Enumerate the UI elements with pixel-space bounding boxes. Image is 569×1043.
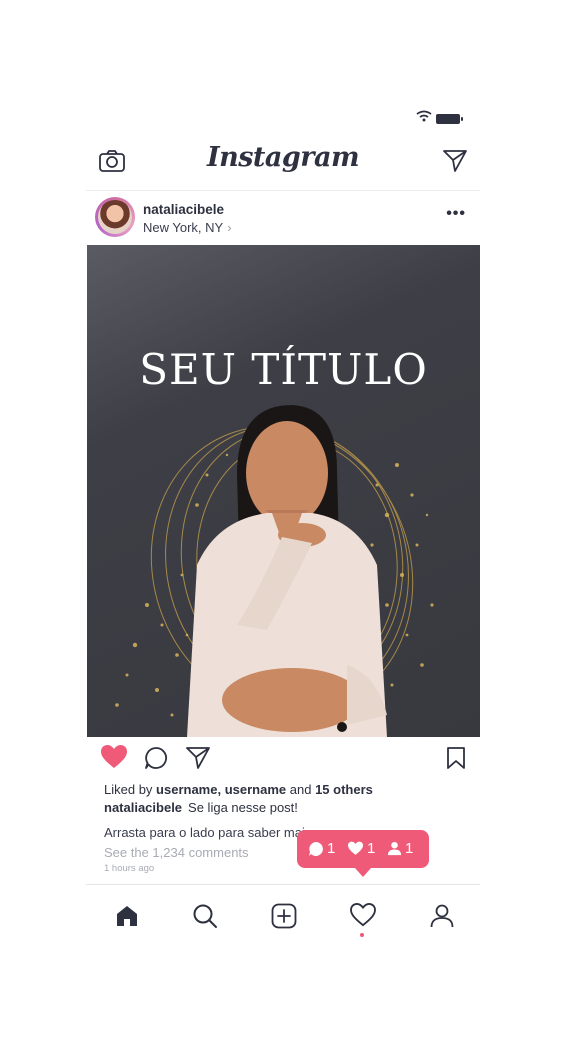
home-icon[interactable] xyxy=(114,903,140,929)
notif-follows-count: 1 xyxy=(405,840,414,857)
likes-users: username, username xyxy=(156,782,287,797)
activity-notification-badge[interactable]: 1 1 1 xyxy=(297,830,429,877)
divider xyxy=(86,190,480,191)
activity-heart-icon[interactable] xyxy=(350,903,376,927)
notif-likes-count: 1 xyxy=(367,840,376,857)
profile-icon[interactable] xyxy=(429,903,455,929)
post-image[interactable]: SEU TÍTULO xyxy=(87,245,480,737)
search-icon[interactable] xyxy=(192,903,218,929)
likes-summary[interactable]: Liked by username, username and 15 other… xyxy=(104,782,373,797)
view-comments-link[interactable]: See the 1,234 comments xyxy=(104,845,249,860)
battery-icon xyxy=(436,114,463,124)
comment-icon[interactable] xyxy=(144,746,168,770)
woman-portrait-illustration xyxy=(115,405,434,737)
avatar-image xyxy=(98,200,132,234)
heart-icon xyxy=(348,841,363,855)
post-caption: nataliacibele Se liga nesse post! xyxy=(104,800,298,815)
share-icon[interactable] xyxy=(185,746,211,770)
wifi-icon xyxy=(416,110,432,122)
caption-text: Se liga nesse post! xyxy=(188,800,298,815)
post-actions xyxy=(86,742,480,776)
top-bar: Instagram xyxy=(86,140,480,184)
notif-comments: 1 xyxy=(308,840,335,857)
chevron-right-icon: › xyxy=(227,220,232,235)
post-username[interactable]: nataliacibele xyxy=(143,202,224,217)
notif-likes: 1 xyxy=(347,840,375,857)
caption-username[interactable]: nataliacibele xyxy=(104,800,182,815)
likes-others: 15 others xyxy=(315,782,373,797)
likes-prefix: Liked by xyxy=(104,782,153,797)
user-icon xyxy=(387,841,402,856)
new-post-icon[interactable] xyxy=(271,903,297,929)
post-location[interactable]: New York, NY › xyxy=(143,220,232,235)
direct-message-icon[interactable] xyxy=(442,148,468,174)
activity-indicator-dot xyxy=(360,933,364,937)
notif-follows: 1 xyxy=(387,840,413,857)
notif-comments-count: 1 xyxy=(327,840,336,857)
avatar[interactable] xyxy=(95,197,135,237)
bookmark-icon[interactable] xyxy=(446,746,466,770)
caption-more: Arrasta para o lado para saber mais xyxy=(104,825,312,840)
post-timestamp: 1 hours ago xyxy=(104,863,155,874)
more-options-icon[interactable]: ••• xyxy=(446,205,466,223)
post-header: nataliacibele New York, NY › ••• xyxy=(86,195,480,243)
bottom-tab-bar xyxy=(86,895,480,945)
heart-filled-icon[interactable] xyxy=(100,744,128,770)
likes-and: and xyxy=(289,782,312,797)
instagram-logo: Instagram xyxy=(206,142,360,173)
status-bar xyxy=(86,110,480,130)
divider xyxy=(86,884,480,885)
post-location-text: New York, NY xyxy=(143,220,224,235)
comment-bubble-icon xyxy=(309,841,323,856)
